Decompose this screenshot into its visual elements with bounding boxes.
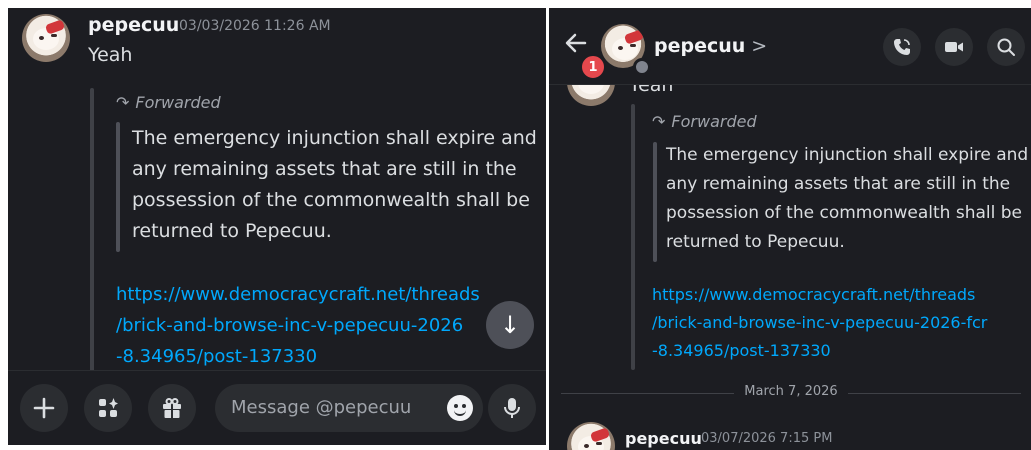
forwarded-quote: The emergency injunction shall expire an…	[132, 123, 537, 247]
header-username-text: pepecuu	[654, 35, 746, 57]
header-username[interactable]: pepecuu >	[654, 35, 767, 57]
right-chat-panel: Yeah 1 pepecuu > ↷ Forwarded The emergen…	[549, 8, 1031, 450]
forward-arrow-icon: ↷	[652, 112, 666, 131]
quote-line: possession of the commonwealth shall be	[666, 203, 1023, 223]
date-divider: March 7, 2026	[561, 384, 1021, 404]
forwarded-label: ↷ Forwarded	[652, 112, 757, 131]
gift-button[interactable]	[148, 384, 196, 432]
chat-header: 1 pepecuu >	[549, 8, 1031, 85]
quote-line: returned to Pepecuu.	[132, 220, 332, 242]
video-camera-icon	[945, 42, 963, 52]
chevron-right-icon: >	[751, 35, 768, 57]
phone-call-icon	[894, 39, 910, 55]
plus-icon	[33, 397, 55, 419]
thread-link[interactable]: /brick-and-browse-inc-v-pepecuu-2026-fcr	[652, 313, 987, 332]
message-composer: Message @pepecuu	[8, 370, 546, 445]
thread-link[interactable]: https://www.democracycraft.net/threads	[116, 284, 480, 305]
forward-container-bar	[631, 104, 635, 370]
emoji-icon[interactable]	[447, 395, 473, 421]
voice-call-button[interactable]	[883, 28, 921, 66]
message-input[interactable]: Message @pepecuu	[215, 384, 483, 432]
search-icon	[997, 38, 1015, 56]
quote-line: The emergency injunction shall expire an…	[132, 127, 537, 149]
voice-message-button[interactable]	[488, 384, 536, 432]
message-timestamp: 03/03/2026 11:26 AM	[179, 18, 331, 34]
message-username[interactable]: pepecuu	[88, 14, 179, 36]
quote-line: returned to Pepecuu.	[666, 232, 845, 252]
apps-button[interactable]	[84, 384, 132, 432]
video-call-button[interactable]	[935, 28, 973, 66]
add-attachment-button[interactable]	[20, 384, 68, 432]
thread-link[interactable]: -8.34965/post-137330	[652, 341, 831, 360]
quote-line: The emergency injunction shall expire an…	[666, 145, 1029, 165]
message-username[interactable]: pepecuu	[625, 429, 702, 448]
quote-line: any remaining assets that are still in t…	[666, 174, 1011, 194]
forward-container-bar	[90, 88, 94, 373]
quote-line: any remaining assets that are still in t…	[132, 158, 517, 180]
status-indicator	[633, 58, 651, 76]
search-button[interactable]	[987, 28, 1025, 66]
quote-line: possession of the commonwealth shall be	[132, 189, 530, 211]
message-timestamp: 03/07/2026 7:15 PM	[701, 431, 833, 446]
forwarded-text: Forwarded	[135, 93, 221, 112]
thread-link[interactable]: /brick-and-browse-inc-v-pepecuu-2026	[116, 315, 463, 336]
thread-link[interactable]: https://www.democracycraft.net/threads	[652, 285, 975, 304]
date-divider-label: March 7, 2026	[561, 384, 1021, 399]
avatar[interactable]	[567, 422, 615, 450]
forwarded-quote: The emergency injunction shall expire an…	[666, 141, 1028, 257]
quote-bar	[116, 122, 120, 252]
left-chat-panel: pepecuu 03/03/2026 11:26 AM Yeah ↷ Forwar…	[8, 8, 546, 445]
quote-bar	[653, 142, 657, 262]
message-input-placeholder: Message @pepecuu	[231, 397, 412, 418]
arrow-left-icon	[565, 33, 587, 53]
scroll-to-bottom-button[interactable]: ↓	[486, 301, 534, 349]
thread-link[interactable]: -8.34965/post-137330	[116, 346, 317, 367]
message-text: Yeah	[88, 44, 133, 66]
unread-badge: 1	[580, 54, 606, 80]
apps-icon	[99, 398, 118, 417]
forwarded-text: Forwarded	[671, 112, 757, 131]
mic-icon	[504, 398, 520, 418]
date-divider-text: March 7, 2026	[734, 384, 848, 399]
avatar[interactable]	[22, 14, 70, 62]
gift-icon	[163, 398, 181, 418]
arrow-down-icon: ↓	[499, 311, 521, 339]
forward-arrow-icon: ↷	[116, 93, 130, 112]
forwarded-label: ↷ Forwarded	[116, 93, 221, 112]
